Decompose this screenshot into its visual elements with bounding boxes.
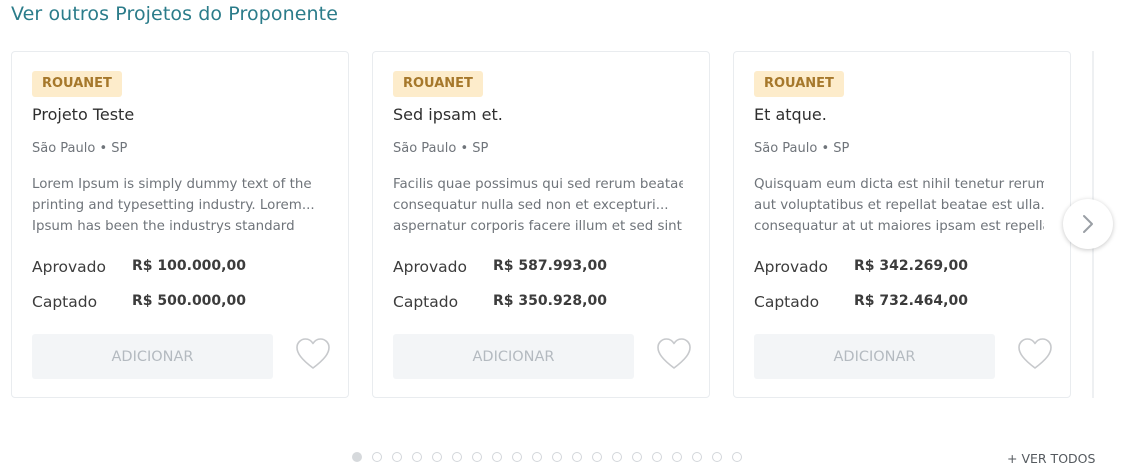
description-line: Lorem Ipsum is simply dummy text of the — [32, 177, 312, 192]
description-line: consequatur at ut maiores ipsam est repe… — [754, 219, 1044, 234]
project-card[interactable]: ROUANET Projeto Teste São Paulo • SP Lor… — [11, 51, 349, 398]
pagination-dot[interactable] — [592, 452, 602, 462]
description-line: aspernatur corporis facere illum et sed … — [393, 219, 682, 234]
approved-label: Aprovado — [393, 258, 467, 276]
carousel-next-button[interactable] — [1063, 199, 1113, 249]
heart-icon[interactable] — [295, 337, 331, 371]
pagination-dot[interactable] — [432, 452, 442, 462]
chevron-right-icon — [1083, 215, 1093, 233]
pagination-dot[interactable] — [532, 452, 542, 462]
program-badge: ROUANET — [754, 71, 844, 97]
raised-label: Captado — [754, 293, 820, 311]
pagination-dot[interactable] — [512, 452, 522, 462]
project-description: Quisquam eum dicta est nihil tenetur rer… — [754, 174, 1044, 237]
pagination-dot[interactable] — [692, 452, 702, 462]
pagination-dot[interactable] — [392, 452, 402, 462]
pagination-dot[interactable] — [572, 452, 582, 462]
pagination-dot[interactable] — [612, 452, 622, 462]
project-title[interactable]: Projeto Teste — [32, 105, 134, 124]
pagination-dot[interactable] — [472, 452, 482, 462]
pagination-dot[interactable] — [412, 452, 422, 462]
pagination-dot[interactable] — [492, 452, 502, 462]
pagination-dot[interactable] — [672, 452, 682, 462]
program-badge: ROUANET — [393, 71, 483, 97]
section-title: Ver outros Projetos do Proponente — [11, 3, 339, 25]
heart-icon[interactable] — [656, 337, 692, 371]
approved-label: Aprovado — [32, 258, 106, 276]
description-line: aut voluptatibus et repellat beatae est … — [754, 198, 1044, 213]
description-line: Ipsum has been the industrys standard — [32, 219, 295, 234]
description-line: consequatur nulla sed non et excepturi..… — [393, 198, 669, 213]
pagination-dot[interactable] — [712, 452, 722, 462]
approved-value: R$ 342.269,00 — [854, 258, 968, 274]
pagination-dot[interactable] — [352, 452, 362, 462]
project-location: São Paulo • SP — [393, 141, 489, 156]
add-button[interactable]: ADICIONAR — [393, 334, 634, 379]
pagination-dot[interactable] — [552, 452, 562, 462]
approved-value: R$ 587.993,00 — [493, 258, 607, 274]
raised-value: R$ 732.464,00 — [854, 293, 968, 309]
add-button[interactable]: ADICIONAR — [754, 334, 995, 379]
project-description: Lorem Ipsum is simply dummy text of the … — [32, 174, 322, 237]
raised-value: R$ 350.928,00 — [493, 293, 607, 309]
add-button[interactable]: ADICIONAR — [32, 334, 273, 379]
approved-label: Aprovado — [754, 258, 828, 276]
project-card[interactable]: ROUANET Sed ipsam et. São Paulo • SP Fac… — [372, 51, 710, 398]
raised-label: Captado — [393, 293, 459, 311]
pagination-dot[interactable] — [372, 452, 382, 462]
description-line: Facilis quae possimus qui sed rerum beat… — [393, 177, 683, 192]
project-description: Facilis quae possimus qui sed rerum beat… — [393, 174, 683, 237]
raised-value: R$ 500.000,00 — [132, 293, 246, 309]
approved-value: R$ 100.000,00 — [132, 258, 246, 274]
raised-label: Captado — [32, 293, 98, 311]
pagination-dot[interactable] — [632, 452, 642, 462]
project-location: São Paulo • SP — [754, 141, 850, 156]
project-title[interactable]: Sed ipsam et. — [393, 105, 503, 124]
heart-icon[interactable] — [1017, 337, 1053, 371]
see-all-link[interactable]: + VER TODOS — [1007, 451, 1095, 466]
project-title[interactable]: Et atque. — [754, 105, 827, 124]
description-line: printing and typesetting industry. Lorem… — [32, 198, 315, 213]
program-badge: ROUANET — [32, 71, 122, 97]
description-line: Quisquam eum dicta est nihil tenetur rer… — [754, 177, 1044, 192]
project-location: São Paulo • SP — [32, 141, 128, 156]
pagination-dot[interactable] — [652, 452, 662, 462]
pagination-dot[interactable] — [732, 452, 742, 462]
pagination-dot[interactable] — [452, 452, 462, 462]
project-card[interactable]: ROUANET Et atque. São Paulo • SP Quisqua… — [733, 51, 1071, 398]
